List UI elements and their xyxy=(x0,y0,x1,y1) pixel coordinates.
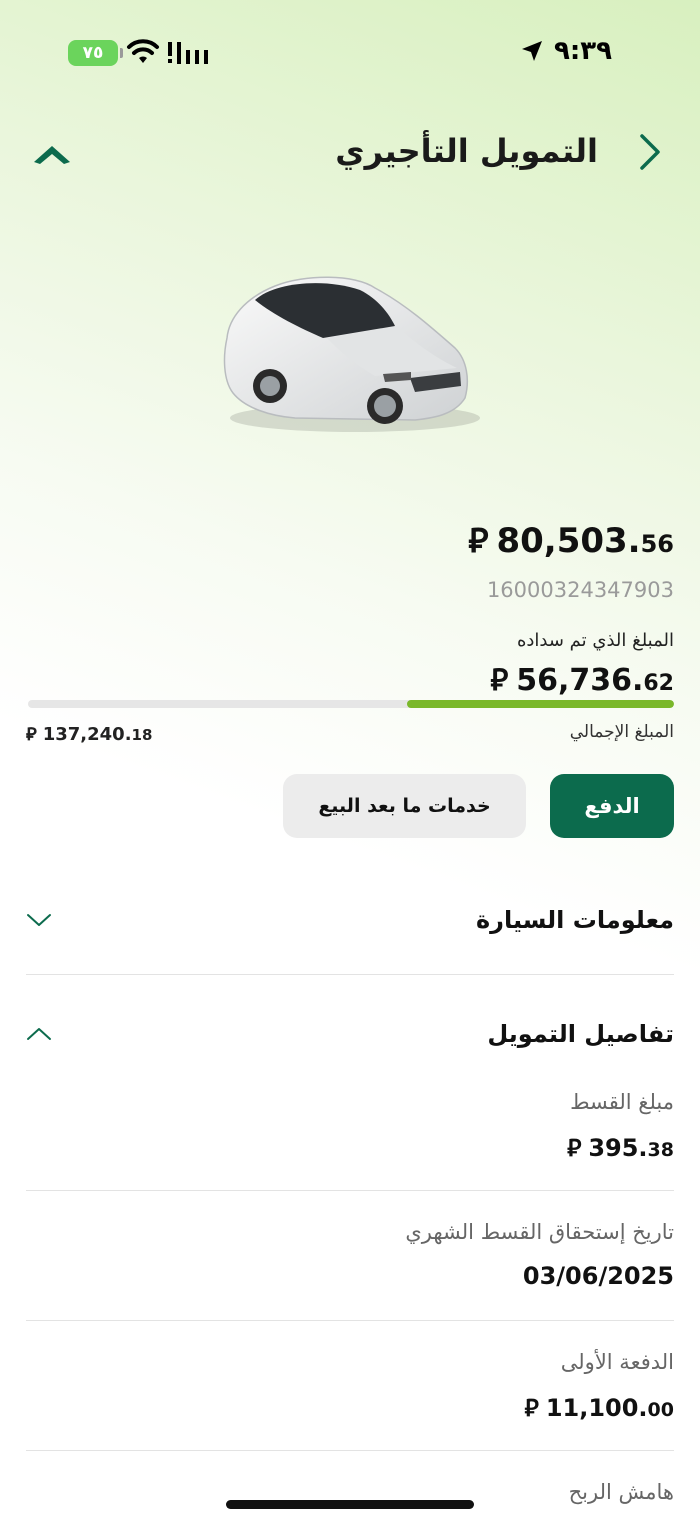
after-sales-services-button[interactable]: خدمات ما بعد البيع xyxy=(283,774,526,838)
total-amount-dec: 18 xyxy=(131,726,153,744)
down-payment-int: 11,100. xyxy=(545,1394,648,1422)
contract-number: 16000324347903 xyxy=(486,578,674,602)
status-time: ٩:٣٩ xyxy=(553,36,612,66)
paid-amount-value: 56,736.62 xyxy=(516,663,674,698)
profit-margin-label: هامش الربح xyxy=(568,1480,674,1504)
battery-indicator: ٧٥ xyxy=(68,40,123,66)
total-amount-int: 137,240. xyxy=(42,724,132,745)
car-info-section-header[interactable]: معلومات السيارة xyxy=(26,898,674,948)
due-date-text: 03/06/2025 xyxy=(522,1262,674,1290)
total-amount: ⃁ 137,240.18 xyxy=(26,722,152,745)
paid-amount-dec: 62 xyxy=(643,671,674,696)
payment-progress-bar xyxy=(28,700,674,708)
status-bar: ٧٥ ٩:٣٩ xyxy=(0,30,700,74)
remaining-amount-int: 80,503. xyxy=(496,521,641,561)
pay-button[interactable]: الدفع xyxy=(550,774,674,838)
riyal-icon: ⃁ xyxy=(524,1394,539,1422)
chevron-up-icon xyxy=(27,1028,51,1040)
page-title: التمويل التأجيري xyxy=(335,132,598,170)
installment-amount-label: مبلغ القسط xyxy=(570,1090,674,1114)
remaining-amount-dec: 56 xyxy=(640,530,674,558)
location-arrow-icon xyxy=(522,41,542,61)
total-amount-label: المبلغ الإجمالي xyxy=(569,722,674,742)
paid-amount-int: 56,736. xyxy=(516,663,644,698)
home-indicator[interactable] xyxy=(226,1500,474,1509)
screen: ٧٥ ٩:٣٩ التمويل التأجيري xyxy=(0,0,700,1522)
riyal-icon: ⃁ xyxy=(468,521,489,561)
installment-amount: ⃁ 395.38 xyxy=(567,1132,674,1163)
divider xyxy=(26,1190,674,1191)
installment-amount-value: 395.38 xyxy=(588,1134,674,1162)
payment-progress-fill xyxy=(407,700,674,708)
installment-int: 395. xyxy=(588,1134,648,1162)
divider xyxy=(26,1450,674,1451)
paid-amount: ⃁ 56,736.62 xyxy=(490,660,674,699)
battery-level: ٧٥ xyxy=(82,43,104,63)
paid-amount-label: المبلغ الذي تم سداده xyxy=(516,630,674,651)
due-date-label: تاريخ إستحقاق القسط الشهري xyxy=(405,1220,674,1244)
remaining-amount-value: 80,503.56 xyxy=(496,521,674,561)
riyal-icon: ⃁ xyxy=(490,663,509,698)
remaining-amount: ⃁ 80,503.56 xyxy=(468,518,674,562)
car-image xyxy=(223,276,480,432)
installment-dec: 38 xyxy=(647,1139,674,1161)
chevron-right-icon[interactable] xyxy=(634,132,664,172)
signal-icon xyxy=(168,42,208,64)
total-amount-value: 137,240.18 xyxy=(43,724,153,745)
down-payment-value: 11,100.00 xyxy=(546,1394,674,1422)
down-payment-dec: 00 xyxy=(647,1399,674,1421)
riyal-icon: ⃁ xyxy=(567,1134,582,1162)
down-payment-label: الدفعة الأولى xyxy=(560,1350,674,1374)
down-payment-amount: ⃁ 11,100.00 xyxy=(525,1392,674,1423)
chevron-down-icon xyxy=(27,914,51,926)
divider xyxy=(26,974,674,975)
riyal-icon: ⃁ xyxy=(26,724,37,745)
due-date-value: 03/06/2025 xyxy=(523,1262,674,1290)
divider xyxy=(26,1320,674,1321)
finance-details-section-header[interactable]: تفاصيل التمويل xyxy=(26,1012,674,1062)
car-info-title: معلومات السيارة xyxy=(475,906,674,934)
wifi-icon xyxy=(127,39,159,63)
home-icon[interactable] xyxy=(30,138,74,168)
header: التمويل التأجيري xyxy=(0,120,700,190)
finance-details-title: تفاصيل التمويل xyxy=(487,1020,674,1048)
